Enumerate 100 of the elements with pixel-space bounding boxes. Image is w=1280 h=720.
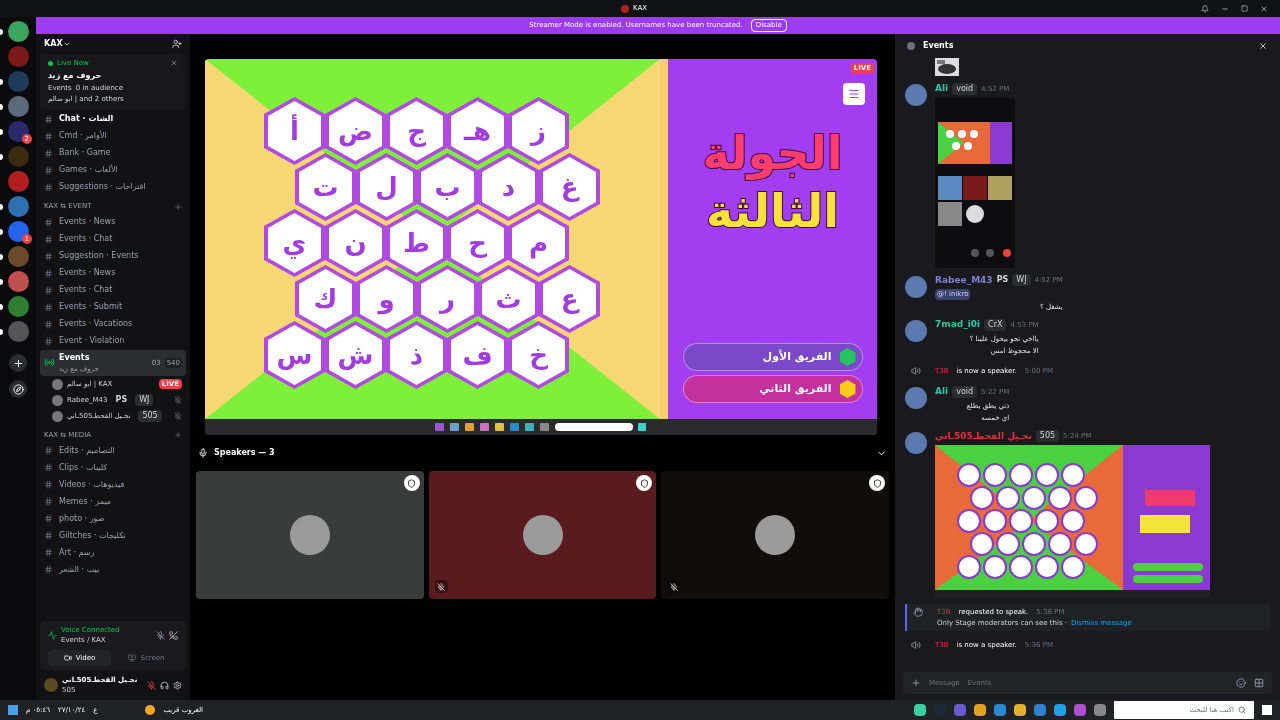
channel-name: Games · الألعاب	[59, 164, 118, 176]
channel-item[interactable]: Events · News	[40, 213, 186, 231]
author-avatar[interactable]	[905, 275, 927, 298]
apps-icon[interactable]	[1254, 678, 1264, 688]
channel-item[interactable]: Cmd · الأوامر	[40, 127, 186, 145]
hash-icon	[44, 497, 53, 506]
server-icon[interactable]	[7, 96, 29, 117]
taskbar-app-icon[interactable]	[994, 704, 1006, 716]
plus-icon	[12, 357, 24, 369]
shield-icon	[639, 478, 649, 488]
channel-item[interactable]: Art · رسم	[40, 544, 186, 561]
author-name[interactable]: نجـيل القحطـ505ـاني	[935, 429, 1032, 443]
close-icon[interactable]	[1260, 4, 1268, 13]
channel-item[interactable]: Videos · فيديوهات	[40, 476, 186, 493]
server-icon[interactable]	[7, 221, 29, 242]
channel-item[interactable]: Suggestions · اقتراحات	[40, 178, 186, 196]
screen-share-icon	[128, 653, 137, 662]
channel-item[interactable]: Games · الألعاب	[40, 161, 186, 179]
mic-off-icon[interactable]	[147, 680, 156, 690]
taskbar-app-icon[interactable]	[1034, 704, 1046, 716]
hash-icon	[44, 217, 53, 227]
round-title: الثالثة	[705, 183, 839, 240]
guild-tag: CrX	[984, 318, 1007, 331]
channel-item[interactable]: Events · News	[40, 264, 186, 282]
channel-name: Events · News	[59, 216, 116, 228]
chat-title: Events	[923, 40, 954, 52]
speaker-tile[interactable]	[428, 471, 657, 599]
channel-item[interactable]: Suggestion · Events	[40, 247, 186, 265]
plus-icon[interactable]	[911, 678, 921, 688]
author-name[interactable]: Ali	[935, 385, 949, 399]
thread-icon	[907, 42, 915, 50]
channel-item[interactable]: Edits · التصاميم	[40, 442, 186, 459]
speaker-tile[interactable]	[196, 471, 424, 599]
author-avatar[interactable]	[905, 84, 927, 106]
add-server-button[interactable]	[9, 354, 27, 372]
server-icon[interactable]	[7, 121, 29, 142]
channel-item[interactable]: Events · Vacations	[40, 315, 186, 333]
settings-icon[interactable]	[173, 680, 182, 690]
channel-item[interactable]: Events · Submit	[40, 298, 186, 316]
author-name[interactable]: 7mad_i0i	[935, 318, 981, 332]
start-icon[interactable]	[8, 705, 18, 715]
author-name[interactable]: Rabee_M43	[935, 273, 993, 287]
author-name[interactable]: Ali	[935, 82, 949, 96]
headphones-icon[interactable]	[160, 680, 169, 690]
channel-item[interactable]: Giltches · تكليجات	[40, 527, 186, 544]
channel-item[interactable]: Clips · كليبات	[40, 459, 186, 476]
channel-item[interactable]: Event · Violation	[40, 332, 186, 350]
hash-icon	[44, 268, 53, 278]
channel-name: Events	[59, 351, 91, 364]
menu-button[interactable]	[843, 83, 865, 105]
channel-item[interactable]: Bank · Game	[40, 144, 186, 162]
team-button[interactable]: الفريق الثاني	[682, 375, 863, 403]
maximize-icon[interactable]	[1241, 5, 1248, 12]
server-icon[interactable]	[7, 21, 29, 42]
channel-item[interactable]: Chat · الشات	[40, 110, 186, 128]
author-avatar[interactable]	[905, 320, 927, 342]
channel-name: Events · News	[59, 267, 116, 279]
hash-icon	[44, 114, 53, 124]
server-icon[interactable]	[7, 271, 29, 292]
channel-item[interactable]: photo · صور	[40, 510, 186, 527]
channel-item[interactable]: Memes · ميمز	[40, 493, 186, 510]
channel-item[interactable]: Events · Chat	[40, 230, 186, 248]
disconnect-icon[interactable]	[169, 630, 178, 640]
invite-icon[interactable]	[172, 39, 182, 49]
taskbar-app-icon[interactable]	[974, 704, 986, 716]
close-icon[interactable]	[170, 59, 178, 68]
guild-tag: 505	[138, 410, 162, 422]
emoji-icon[interactable]	[1236, 678, 1246, 688]
speaker-tile[interactable]	[661, 471, 889, 599]
server-icon[interactable]	[7, 196, 29, 217]
channel-item[interactable]: Events · Chat	[40, 281, 186, 299]
hand-icon	[913, 607, 923, 618]
weather-icon	[145, 705, 156, 715]
channel-name: Bank · Game	[59, 147, 111, 159]
guild-tag: 505	[1035, 430, 1060, 443]
hash-icon	[44, 285, 53, 295]
discover-button[interactable]	[9, 380, 27, 398]
hash-icon	[44, 148, 53, 158]
channel-name: Events · Vacations	[59, 318, 133, 330]
event-title: حروف مع زيد	[48, 69, 103, 82]
taskbar-app-icon[interactable]	[1074, 704, 1086, 716]
taskbar-app-icon[interactable]	[914, 704, 926, 716]
channel-item[interactable]: بيت · الشعر	[40, 561, 186, 578]
author-avatar[interactable]	[905, 387, 927, 409]
user-avatar[interactable]	[44, 678, 58, 692]
author-avatar[interactable]	[905, 431, 927, 454]
guild-tag: void	[952, 82, 978, 95]
server-icon[interactable]	[7, 296, 29, 317]
close-icon[interactable]	[1258, 41, 1268, 51]
hash-icon	[44, 565, 53, 574]
taskbar-app-icon[interactable]	[1094, 704, 1106, 716]
channel-name: Edits · التصاميم	[59, 444, 115, 457]
compass-icon	[12, 383, 24, 395]
taskbar-app-icon[interactable]	[1054, 704, 1066, 716]
hash-icon	[44, 480, 53, 489]
inbox-icon[interactable]	[1201, 4, 1209, 13]
taskbar-app-icon[interactable]	[1014, 704, 1026, 716]
hash-icon	[44, 548, 53, 557]
team-button[interactable]: الفريق الأول	[682, 343, 863, 371]
server-name[interactable]: KAX	[44, 38, 63, 50]
